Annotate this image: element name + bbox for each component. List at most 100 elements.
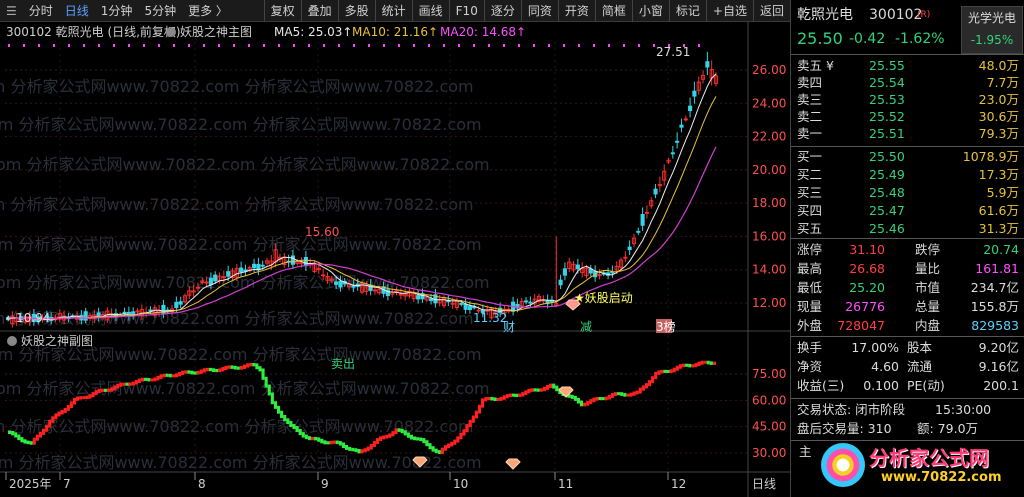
kline-chart[interactable]: om 分析家公式网www.70822.com 分析家公式网www.70822.c…	[0, 22, 790, 497]
top-dot	[98, 44, 100, 47]
toolbar-button[interactable]: F10	[448, 0, 484, 22]
toolbar-button[interactable]: 小窗	[631, 0, 669, 22]
sub-segment	[425, 440, 429, 447]
bid-label: 买五	[797, 221, 823, 236]
sub-segment	[286, 418, 290, 425]
sub-segment	[354, 448, 358, 452]
sub-segment	[292, 424, 296, 430]
toolbar-button[interactable]: 标记	[668, 0, 706, 22]
sub-segment	[431, 446, 435, 452]
quote-row: 收益(三) 0.100 PE(动) 200.1	[791, 377, 1024, 395]
toolbar-button[interactable]: 复权	[263, 0, 301, 22]
price-tick: 24.00	[752, 96, 786, 110]
top-dot	[563, 44, 565, 47]
sub-segment	[320, 438, 324, 444]
sub-segment	[344, 444, 349, 450]
toolbar-button[interactable]: 同资	[520, 0, 558, 22]
top-dot	[68, 44, 70, 47]
sub-segment	[613, 392, 618, 397]
period-tab[interactable]: 1分钟	[95, 0, 139, 22]
sub-segment	[363, 448, 367, 453]
mark-bang: 3榜	[656, 319, 676, 334]
sub-segment	[533, 388, 537, 392]
toolbar-button[interactable]: 叠加	[300, 0, 338, 22]
sub-segment	[379, 436, 383, 442]
toolbar: ☰ 分时 日线 1分钟 5分钟 更多 〉 复权 叠加 多股 统计 画线 F10 逐分 同资 开资 简框 小窗 标记…	[0, 0, 790, 22]
sub-segment	[709, 361, 713, 365]
toolbar-button[interactable]: 统计	[374, 0, 412, 22]
stat-value: 31.10	[849, 242, 885, 257]
menu-icon[interactable]: ☰	[0, 0, 23, 22]
toolbar-button[interactable]: 简框	[594, 0, 632, 22]
toolbar-button[interactable]: 开资	[557, 0, 595, 22]
bid-volume: 61.6万	[978, 203, 1019, 218]
toolbar-button[interactable]: +自选	[705, 0, 753, 22]
stat-label: 收益(三)	[797, 378, 845, 393]
watermark-text: om 分析家公式网www.70822.com 分析家公式网www.70822.c…	[0, 115, 482, 134]
sub-segment	[314, 436, 318, 441]
sub-segment	[375, 438, 380, 444]
candle-body	[334, 281, 339, 285]
candle-body	[575, 264, 580, 270]
stat-label: 净资	[797, 359, 823, 374]
sub-segment	[366, 446, 370, 452]
top-dot	[398, 44, 400, 47]
period-tab[interactable]: 5分钟	[138, 0, 182, 22]
quote-panel: 乾照光电 300102 (R) 光学光电 -1.95% 25.50 -0.42 -1.62% 卖…	[790, 0, 1024, 497]
sub-segment	[688, 363, 692, 368]
period-tab[interactable]: 日线	[59, 0, 95, 22]
divider	[791, 54, 1024, 55]
sub-tick: 30.00	[752, 446, 786, 460]
top-dot	[53, 44, 55, 47]
sub-segment	[644, 383, 648, 389]
candle-body	[679, 124, 684, 128]
ask-price: 25.54	[869, 75, 905, 90]
quote-row: 卖一 25.51 79.3万	[791, 125, 1024, 143]
top-dot	[233, 44, 235, 47]
indicator-select-icon[interactable]	[7, 336, 17, 346]
stat-value: 17.00%	[851, 340, 899, 355]
period-tab[interactable]: 分时	[23, 0, 59, 22]
sub-segment	[573, 395, 577, 401]
top-dot	[23, 44, 25, 47]
sub-segment	[128, 382, 132, 386]
stat-value: 200.1	[983, 378, 1019, 393]
stat-label: 市值	[915, 280, 941, 295]
toolbar-button[interactable]: 返回	[752, 0, 790, 22]
ask-price: 25.52	[869, 109, 905, 124]
candle-body	[705, 61, 710, 68]
stat-value: 26776	[845, 299, 885, 314]
sub-segment	[539, 388, 543, 392]
sub-segment	[150, 378, 154, 382]
sub-segment	[187, 370, 191, 374]
watermark-text: om 分析家公式网www.70822.com 分析家公式网www.70822.c…	[0, 235, 482, 254]
toolbar-button[interactable]: 逐分	[483, 0, 521, 22]
top-dot	[128, 44, 130, 47]
sub-segment	[493, 397, 497, 401]
sub-tick: 75.00	[752, 367, 786, 381]
quote-row: 卖五 ¥ 25.55 48.0万	[791, 57, 1024, 75]
candle-body	[122, 311, 127, 314]
sub-segment	[712, 361, 716, 365]
period-tab[interactable]: 更多 〉	[182, 0, 234, 22]
toolbar-button[interactable]: 画线	[411, 0, 449, 22]
sub-segment	[450, 441, 454, 447]
sub-segment	[502, 395, 506, 400]
sub-segment	[14, 432, 18, 438]
sub-segment	[406, 432, 410, 438]
sub-segment	[317, 437, 321, 442]
period-label: 日线	[752, 477, 776, 491]
top-dot	[638, 44, 640, 47]
indicator-select-icon[interactable]	[166, 27, 176, 37]
sub-segment	[20, 437, 24, 443]
date-tick: 2025年	[9, 477, 52, 491]
top-dot	[278, 44, 280, 47]
ask-volume: 48.0万	[978, 58, 1019, 73]
candle-body	[303, 257, 308, 267]
sub-segment	[190, 370, 194, 375]
toolbar-button[interactable]: 多股	[337, 0, 375, 22]
candle-body	[416, 295, 421, 300]
candle-body	[562, 268, 567, 276]
quote-row: 净资 4.60 流通 9.16亿	[791, 358, 1024, 376]
sub-segment	[459, 432, 463, 440]
